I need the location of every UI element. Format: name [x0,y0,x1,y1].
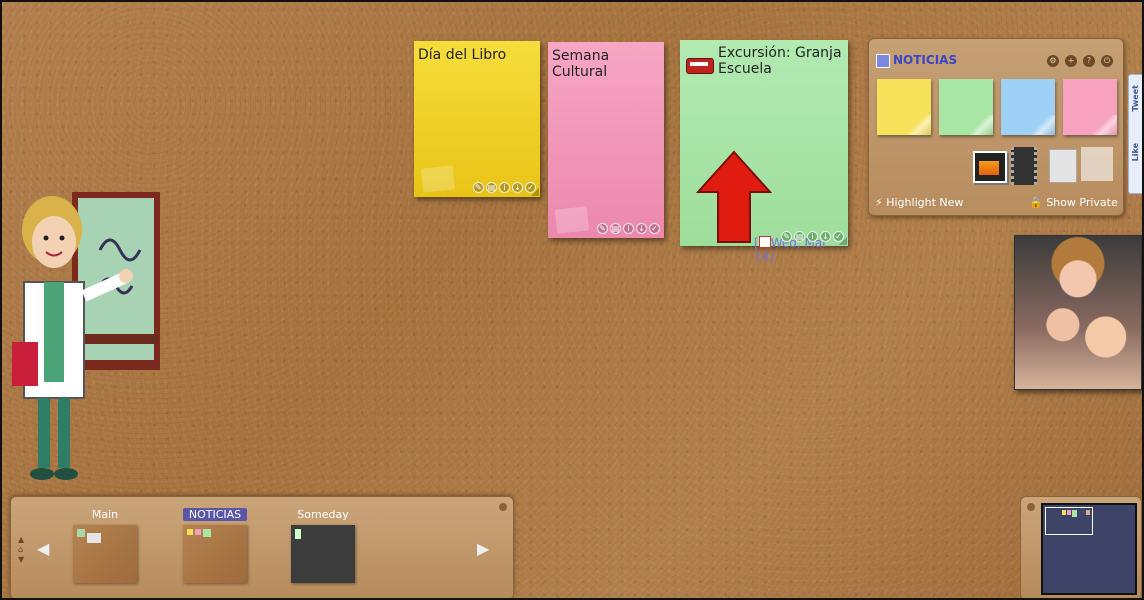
dock-up-icon[interactable]: ▲ [18,535,24,544]
minimap [1020,496,1142,598]
note-logo [420,165,456,193]
power-icon[interactable]: ⏻ [1101,55,1113,67]
trash-icon[interactable]: ▤ [610,223,621,234]
note-semana-cultural[interactable]: Semana Cultural ✎ ▤ i ↓ ✓ [548,42,664,238]
check-icon[interactable]: ✓ [649,223,660,234]
dock-close-icon[interactable] [499,503,507,511]
note-controls: ✎ ▤ i ↓ ✓ [597,223,660,234]
show-private-label: Show Private [1046,196,1118,209]
resize-handle[interactable] [531,188,539,196]
scroll-left-icon[interactable]: ◀ [37,539,49,558]
calendar-icon [758,236,771,248]
minimap-view[interactable] [1041,503,1137,595]
sticky-blue[interactable] [1001,79,1055,135]
board-thumb-someday[interactable] [291,525,355,583]
highlight-new-toggle[interactable]: ⚡ Highlight New [875,196,963,209]
photo-icon[interactable] [973,151,1007,183]
help-icon[interactable]: ? [1083,55,1095,67]
corkboard: Día del Libro ✎ ▤ i ↓ ✓ Semana Cultural … [0,0,1144,600]
teacher-illustration [12,192,160,480]
noticias-panel: NOTICIAS ⚙ + ? ⏻ ⚡ Highlight New 🔒 Show … [868,38,1124,216]
edit-icon[interactable]: ✎ [597,223,608,234]
resize-handle[interactable] [839,237,847,245]
minimap-viewport[interactable] [1045,507,1093,535]
note-logo [554,206,590,234]
sticky-yellow[interactable] [877,79,931,135]
note-title: Semana Cultural [552,48,610,80]
add-icon[interactable]: + [1065,55,1077,67]
highlight-new-label: Highlight New [886,196,964,209]
info-icon[interactable]: i [623,223,634,234]
board-thumb-noticias[interactable] [183,525,247,583]
panel-title: NOTICIAS [893,53,958,67]
trash-icon[interactable]: ▤ [486,182,497,193]
note-controls: ✎ ▤ i ↓ ✓ [473,182,536,193]
like-button[interactable]: Like [1131,143,1140,161]
note-controls: ✎ ▤ i ↓ ✓ [781,231,844,242]
sticky-pink[interactable] [1063,79,1117,135]
boards-dock: ▲ ⌂ ▼ ◀ Main NOTICIAS Someday ▶ [10,496,514,598]
kids-photo[interactable] [1014,235,1142,390]
settings-icon[interactable]: ⚙ [1047,55,1059,67]
trash-icon[interactable]: ▤ [794,231,805,242]
film-icon[interactable] [1011,147,1037,185]
sticky-green[interactable] [939,79,993,135]
note-title: Excursión: Granja Escuela [718,45,842,77]
board-thumb-main[interactable] [73,525,137,583]
board-label-main: Main [91,508,119,521]
show-private-toggle[interactable]: 🔒 Show Private [1029,196,1118,209]
clip-icon[interactable] [1049,149,1077,183]
minimap-close-icon[interactable] [1027,503,1035,511]
note-title: Día del Libro [418,47,507,63]
social-tab: Tweet Like [1128,74,1142,194]
edit-icon[interactable]: ✎ [781,231,792,242]
info-icon[interactable]: i [499,182,510,193]
edit-icon[interactable]: ✎ [473,182,484,193]
down-icon[interactable]: ↓ [636,223,647,234]
down-icon[interactable]: ↓ [512,182,523,193]
note-excursion[interactable]: Excursión: Granja Escuela [Wed, Mar 14] … [680,40,848,264]
board-icon [876,54,890,68]
arrow-up-icon [696,150,772,243]
tweet-button[interactable]: Tweet [1131,85,1140,112]
scroll-right-icon[interactable]: ▶ [477,539,489,558]
info-icon[interactable]: i [807,231,818,242]
dock-down-icon[interactable]: ▼ [18,555,24,564]
board-label-noticias: NOTICIAS [183,508,247,521]
bus-icon [686,58,714,74]
down-icon[interactable]: ↓ [820,231,831,242]
board-label-someday: Someday [297,508,349,521]
blank-note-icon[interactable] [1081,147,1113,181]
dock-home-icon[interactable]: ⌂ [18,545,23,554]
note-dia-del-libro[interactable]: Día del Libro ✎ ▤ i ↓ ✓ [414,41,540,197]
